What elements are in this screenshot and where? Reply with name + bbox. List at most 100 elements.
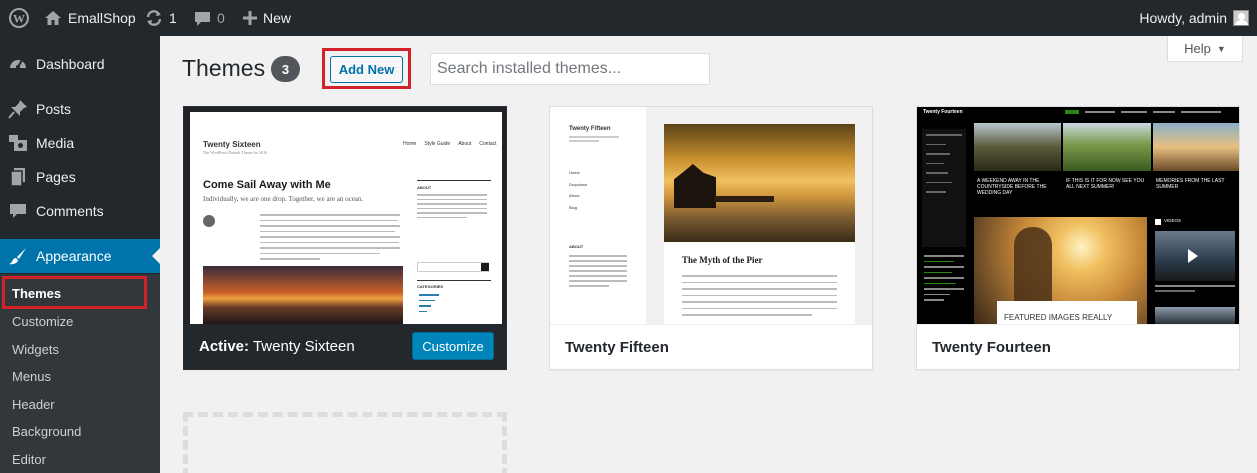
help-tab[interactable]: Help ▼ — [1167, 36, 1243, 62]
theme-screenshot: Twenty Sixteen The WordPress Default The… — [184, 107, 506, 324]
preview-field-image — [1063, 123, 1151, 171]
preview-post-title: Come Sail Away with Me — [203, 179, 331, 191]
sidebar-item-label: Appearance — [36, 248, 112, 264]
preview-post-subtitle: Individually, we are one drop. Together,… — [203, 195, 364, 203]
refresh-icon — [146, 10, 162, 26]
theme-screenshot: Twenty Fourteen A WEEKEND AWAY IN THE CO… — [917, 107, 1239, 324]
sidebar-item-media[interactable]: Media — [0, 126, 160, 160]
theme-name: Twenty Fourteen — [932, 339, 1051, 356]
dashboard-icon — [10, 59, 26, 69]
preview-dock-image — [1153, 123, 1239, 171]
preview-nav-item: Contact — [479, 141, 497, 147]
caret-down-icon: ▼ — [1216, 43, 1226, 54]
admin-bar: W EmallShop 1 0 New Howdy, admin — [0, 0, 1257, 36]
submenu-item-widgets[interactable]: Widgets — [12, 342, 59, 357]
submenu-item-editor[interactable]: Editor — [12, 452, 46, 467]
site-name: EmallShop — [68, 10, 136, 26]
theme-name-bar: Twenty Fifteen — [550, 324, 872, 369]
preview-nav-item: Blog — [569, 204, 578, 210]
site-name-link[interactable]: EmallShop — [44, 0, 136, 36]
svg-text:W: W — [13, 12, 25, 26]
new-content-link[interactable]: New — [243, 0, 291, 36]
updates-link[interactable]: 1 — [145, 0, 177, 36]
sidebar-item-pages[interactable]: Pages — [0, 160, 160, 194]
pin-icon — [8, 100, 27, 119]
preview-caption: MEMORIES FROM THE LAST SUMMER — [1156, 178, 1225, 190]
theme-card-twenty-sixteen[interactable]: Twenty Sixteen The WordPress Default The… — [183, 106, 507, 370]
preview-tagline: The WordPress Default Theme for 2016 — [203, 150, 268, 155]
theme-screenshot: Twenty Fifteen Home Dropdown About Blog … — [550, 107, 872, 324]
preview-widget-about: ABOUT — [569, 244, 584, 249]
wordpress-logo-icon[interactable]: W — [9, 0, 29, 36]
home-icon — [45, 11, 61, 25]
greeting: Howdy, admin — [1139, 10, 1227, 26]
comments-count: 0 — [217, 10, 225, 26]
account-menu[interactable]: Howdy, admin — [1139, 0, 1249, 36]
preview-about-text — [417, 194, 487, 218]
submenu-item-header[interactable]: Header — [12, 397, 55, 412]
submenu-item-themes[interactable]: Themes — [12, 286, 61, 301]
sidebar-item-label: Comments — [36, 203, 104, 219]
preview-paragraph — [682, 275, 837, 316]
preview-sidebar — [917, 123, 972, 324]
preview-widget-about: ABOUT — [417, 185, 432, 190]
sidebar-item-label: Pages — [36, 169, 76, 185]
preview-nav: Home Dropdown About Blog — [569, 167, 587, 213]
plus-icon — [243, 11, 257, 25]
sidebar-item-appearance[interactable]: Appearance — [0, 239, 160, 273]
preview-nav-item: Style Guide — [424, 141, 451, 147]
add-new-button[interactable]: Add New — [330, 56, 403, 83]
theme-name-bar: Twenty Fourteen — [917, 324, 1239, 369]
comment-bubble-icon — [195, 11, 210, 26]
preview-search-field — [417, 262, 489, 272]
preview-caption: IF THIS IS IT FOR NOW SEE YOU ALL NEXT S… — [1066, 178, 1145, 190]
preview-paragraph — [260, 214, 400, 260]
submenu-item-background[interactable]: Background — [12, 424, 81, 439]
sidebar-item-label: Posts — [36, 101, 72, 117]
theme-count-badge: 3 — [271, 56, 300, 82]
brush-icon — [9, 248, 26, 265]
sidebar-item-dashboard[interactable]: Dashboard — [0, 47, 160, 81]
preview-author-avatar — [203, 215, 215, 227]
sidebar-item-label: Dashboard — [36, 56, 105, 72]
sidebar-item-label: Media — [36, 135, 75, 151]
preview-caption: A WEEKEND AWAY IN THE COUNTRYSIDE BEFORE… — [977, 178, 1047, 196]
new-label: New — [263, 10, 292, 26]
preview-nav-item: Home — [403, 141, 417, 147]
theme-name: Twenty Fifteen — [565, 339, 669, 356]
updates-count: 1 — [169, 10, 177, 26]
comment-icon — [10, 204, 26, 218]
preview-widget-categories: CATEGORIES — [417, 284, 444, 289]
media-icon — [9, 135, 27, 151]
active-theme-name: Twenty Sixteen — [252, 338, 355, 355]
preview-nav — [1065, 110, 1235, 114]
comments-link[interactable]: 0 — [194, 0, 225, 36]
preview-post-title: The Myth of the Pier — [682, 255, 763, 265]
preview-nav-item: Home — [569, 170, 580, 175]
submenu-item-menus[interactable]: Menus — [12, 369, 51, 384]
preview-sunset-image — [203, 266, 403, 324]
page-title: Themes — [182, 55, 266, 81]
theme-card-twenty-fifteen[interactable]: Twenty Fifteen Home Dropdown About Blog … — [549, 106, 873, 370]
appearance-submenu: Themes Customize Widgets Menus Header Ba… — [0, 274, 160, 473]
sidebar-item-comments[interactable]: Comments — [0, 194, 160, 228]
preview-nav-item: Dropdown — [569, 181, 588, 187]
active-prefix: Active: — [199, 338, 250, 355]
preview-pier-image — [664, 124, 855, 242]
submenu-item-customize[interactable]: Customize — [12, 314, 73, 329]
preview-video-thumb — [1155, 231, 1235, 281]
customize-button[interactable]: Customize — [412, 332, 494, 360]
preview-countryside-image — [974, 123, 1061, 171]
preview-nav-item: About — [569, 193, 580, 198]
preview-site-title: Twenty Sixteen — [203, 140, 261, 149]
theme-name-bar: Active: Twenty Sixteen Customize — [184, 324, 506, 369]
theme-card-twenty-fourteen[interactable]: Twenty Fourteen A WEEKEND AWAY IN THE CO… — [916, 106, 1240, 370]
preview-videos-label: VIDEOS — [1164, 218, 1182, 223]
preview-video-icon — [1155, 219, 1161, 225]
search-input[interactable] — [430, 53, 710, 85]
avatar — [1233, 10, 1249, 26]
sidebar-item-posts[interactable]: Posts — [0, 92, 160, 126]
add-new-theme-card[interactable] — [183, 412, 507, 473]
preview-nav: Home Style Guide About Contact — [403, 141, 497, 147]
preview-search-icon — [481, 263, 489, 271]
